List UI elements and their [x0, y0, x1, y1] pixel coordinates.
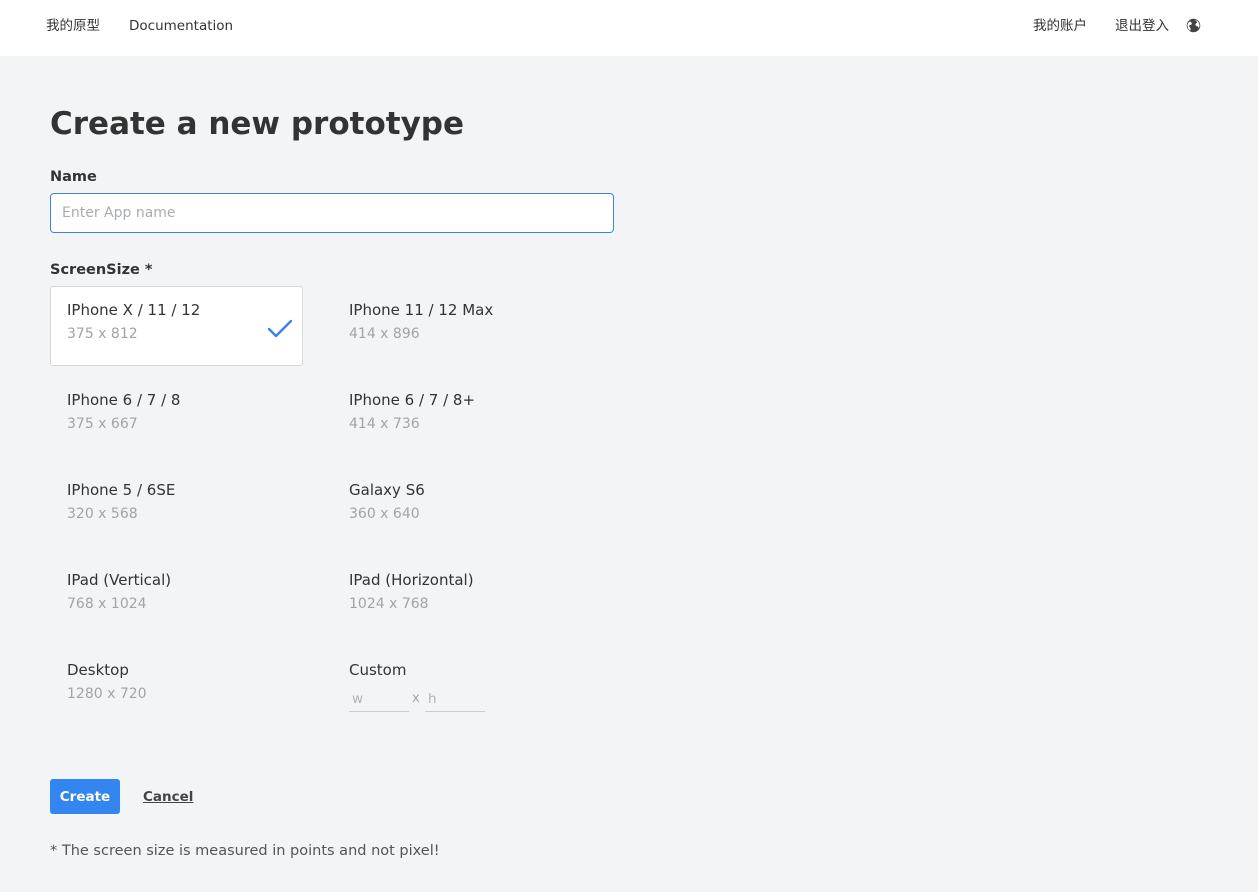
size-option-dims: 768 x 1024	[67, 596, 147, 612]
size-option-name: IPad (Horizontal)	[349, 571, 474, 589]
size-option-iphone-5[interactable]: IPhone 5 / 6SE 320 x 568	[50, 466, 303, 546]
size-option-desktop[interactable]: Desktop 1280 x 720	[50, 646, 303, 726]
size-option-ipad-horizontal[interactable]: IPad (Horizontal) 1024 x 768	[332, 556, 585, 636]
size-option-ipad-vertical[interactable]: IPad (Vertical) 768 x 1024	[50, 556, 303, 636]
nav-my-account-link[interactable]: 我的账户	[1033, 17, 1087, 35]
size-option-name: Desktop	[67, 661, 129, 679]
checkmark-icon	[267, 319, 293, 338]
custom-size-separator: x	[412, 691, 420, 706]
custom-size-inputs: x	[349, 647, 549, 727]
size-option-iphone-x[interactable]: IPhone X / 11 / 12 375 x 812	[50, 286, 303, 366]
size-option-name: IPad (Vertical)	[67, 571, 172, 589]
name-label: Name	[50, 169, 97, 185]
nav-logout-link[interactable]: 退出登入	[1115, 17, 1169, 35]
size-option-dims: 1280 x 720	[67, 686, 147, 702]
size-option-dims: 360 x 640	[349, 506, 420, 522]
size-option-custom[interactable]: Custom x	[332, 646, 585, 726]
size-option-iphone-11-max[interactable]: IPhone 11 / 12 Max 414 x 896	[332, 286, 585, 366]
size-option-dims: 375 x 812	[67, 326, 138, 342]
custom-width-input[interactable]	[349, 687, 409, 712]
main-content: Create a new prototype Name ScreenSize *…	[50, 0, 950, 892]
size-option-name: IPhone 5 / 6SE	[67, 481, 176, 499]
size-option-name: Galaxy S6	[349, 481, 425, 499]
app-name-input[interactable]	[50, 193, 614, 233]
size-option-dims: 1024 x 768	[349, 596, 429, 612]
screen-size-footnote: * The screen size is measured in points …	[50, 843, 440, 859]
size-option-dims: 414 x 896	[349, 326, 420, 342]
cancel-link[interactable]: Cancel	[143, 788, 193, 806]
size-option-name: IPhone 11 / 12 Max	[349, 301, 494, 319]
create-button[interactable]: Create	[50, 779, 120, 814]
screensize-label: ScreenSize *	[50, 262, 153, 278]
size-option-name: IPhone 6 / 7 / 8	[67, 391, 181, 409]
size-option-iphone-6-plus[interactable]: IPhone 6 / 7 / 8+ 414 x 736	[332, 376, 585, 456]
size-option-iphone-6[interactable]: IPhone 6 / 7 / 8 375 x 667	[50, 376, 303, 456]
size-option-dims: 320 x 568	[67, 506, 138, 522]
custom-height-input[interactable]	[425, 687, 485, 712]
globe-icon[interactable]	[1186, 18, 1201, 33]
size-option-dims: 375 x 667	[67, 416, 138, 432]
size-option-dims: 414 x 736	[349, 416, 420, 432]
size-option-name: IPhone 6 / 7 / 8+	[349, 391, 476, 409]
size-option-name: IPhone X / 11 / 12	[67, 301, 201, 319]
page-title: Create a new prototype	[50, 106, 464, 142]
size-option-galaxy-s6[interactable]: Galaxy S6 360 x 640	[332, 466, 585, 546]
